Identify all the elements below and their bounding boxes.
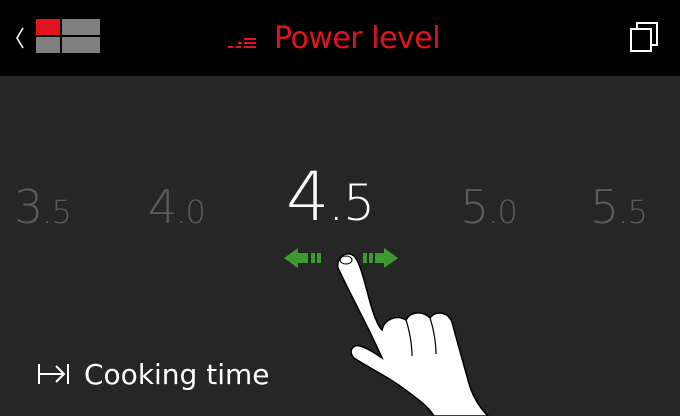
cooking-time-label: Cooking time bbox=[84, 357, 270, 391]
cooking-time-button[interactable]: Cooking time bbox=[36, 350, 270, 398]
level-fraction: .5 bbox=[42, 193, 72, 231]
level-fraction: .0 bbox=[488, 193, 518, 231]
page-title: Power level bbox=[274, 20, 441, 56]
top-bar: Power level bbox=[0, 0, 680, 76]
level-fraction: .5 bbox=[618, 193, 648, 231]
level-integer: 4 bbox=[148, 180, 177, 234]
power-level-option[interactable]: 3.5 bbox=[14, 180, 72, 234]
power-level-option[interactable]: 5.0 bbox=[460, 180, 518, 234]
level-fraction: .0 bbox=[176, 193, 206, 231]
multi-window-icon[interactable] bbox=[628, 18, 662, 54]
pointing-hand-icon bbox=[337, 253, 490, 416]
power-level-option[interactable]: 5.5 bbox=[590, 180, 648, 234]
zone bbox=[36, 37, 60, 53]
level-integer: 5 bbox=[460, 180, 489, 234]
chevron-left-icon bbox=[16, 27, 24, 49]
timer-end-icon bbox=[38, 364, 69, 384]
zone-active bbox=[36, 19, 60, 35]
power-level-icon bbox=[228, 38, 256, 48]
level-integer: 5 bbox=[590, 180, 619, 234]
zone bbox=[62, 37, 100, 53]
power-level-option[interactable]: 4.0 bbox=[148, 180, 206, 234]
selected-power-level[interactable]: 4.5 bbox=[286, 158, 375, 237]
level-integer: 4 bbox=[286, 158, 329, 237]
zone bbox=[62, 19, 100, 35]
header-title: Power level bbox=[228, 16, 441, 60]
level-fraction: .5 bbox=[328, 174, 375, 232]
level-integer: 3 bbox=[14, 180, 43, 234]
cooking-zones-icon bbox=[36, 19, 100, 53]
